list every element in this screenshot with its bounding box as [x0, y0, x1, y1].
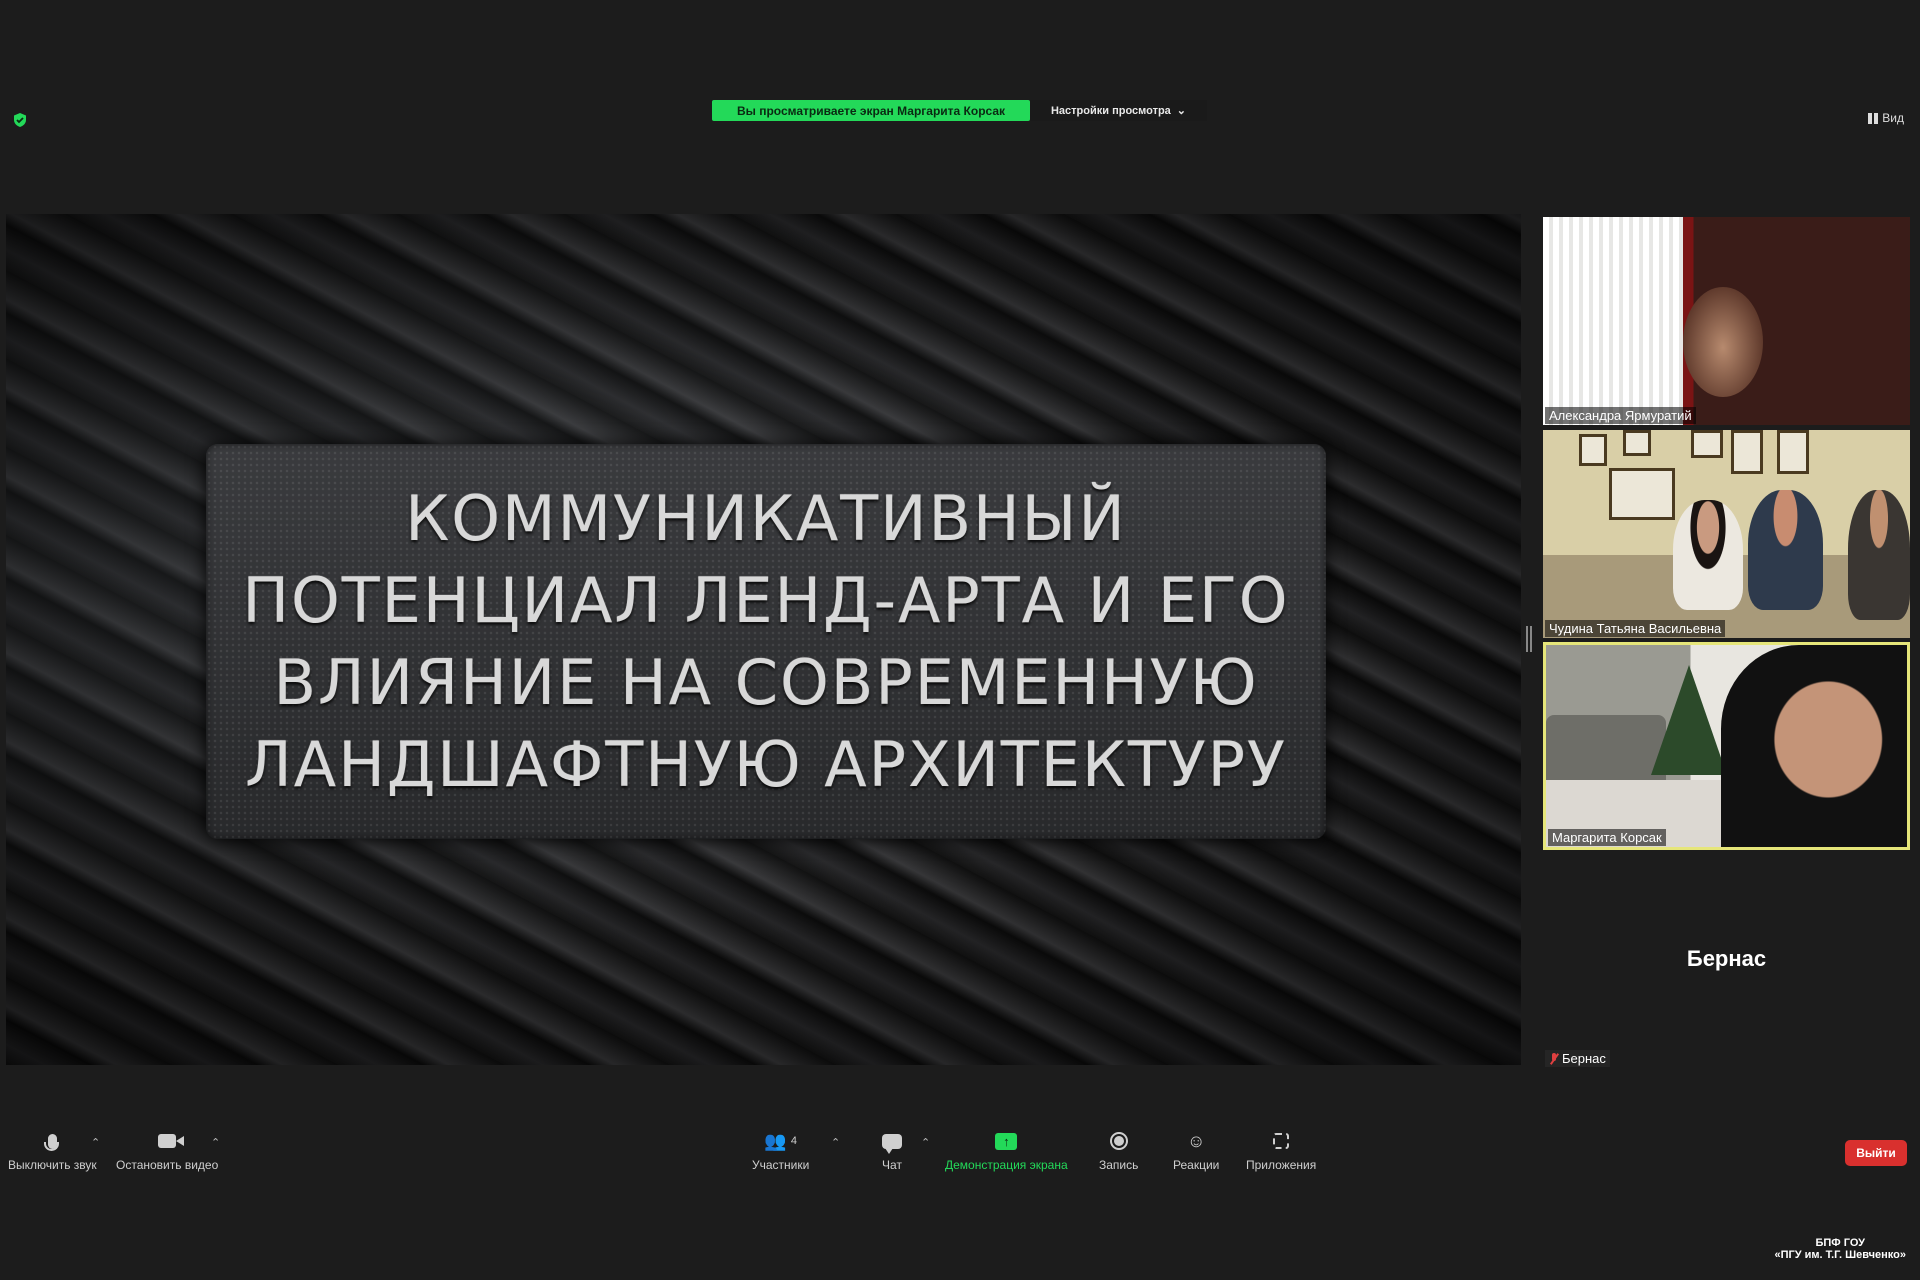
slide-title-box: КОММУНИКАТИВНЫЙ ПОТЕНЦИАЛ ЛЕНД-АРТА И ЕГ…	[206, 444, 1326, 839]
participant-tile[interactable]: Чудина Татьяна Васильевна	[1543, 430, 1910, 638]
participants-options-chevron-up-icon[interactable]: ⌃	[831, 1136, 840, 1149]
mute-label: Выключить звук	[8, 1158, 97, 1172]
microphone-icon	[43, 1133, 59, 1151]
watermark-line: «ПГУ им. Т.Г. Шевченко»	[1774, 1249, 1906, 1261]
leave-meeting-button[interactable]: Выйти	[1845, 1140, 1907, 1166]
video-background	[1623, 430, 1651, 456]
participant-video	[1848, 490, 1910, 620]
share-screen-button[interactable]: ↑ Демонстрация экрана	[945, 1130, 1068, 1172]
participant-name: Маргарита Корсак	[1548, 829, 1666, 846]
video-background	[1777, 430, 1809, 474]
participant-tile-active-speaker[interactable]: Маргарита Корсак	[1543, 642, 1910, 850]
participant-name: Бернас	[1562, 1051, 1606, 1066]
chevron-down-icon: ⌄	[1176, 105, 1187, 117]
shared-screen: КОММУНИКАТИВНЫЙ ПОТЕНЦИАЛ ЛЕНД-АРТА И ЕГ…	[6, 214, 1521, 1065]
participant-tile[interactable]: Александра Ярмуратий	[1543, 217, 1910, 425]
stop-video-label: Остановить видео	[116, 1158, 219, 1172]
participants-icon: 👥	[764, 1130, 787, 1151]
participant-video	[1673, 500, 1743, 610]
share-screen-icon: ↑	[995, 1132, 1018, 1150]
share-screen-label: Демонстрация экрана	[945, 1158, 1068, 1172]
view-options-dropdown[interactable]: Настройки просмотра ⌄	[1030, 100, 1207, 121]
watermark-line: БПФ ГОУ	[1815, 1237, 1865, 1249]
video-background	[1609, 468, 1675, 520]
video-background	[1731, 430, 1763, 474]
security-shield-icon[interactable]	[12, 112, 28, 128]
stop-video-button[interactable]: Остановить видео	[116, 1130, 218, 1172]
video-options-chevron-up-icon[interactable]: ⌃	[211, 1136, 220, 1149]
slide-title-line: ПОТЕНЦИАЛ ЛЕНД-АРТА И ЕГО	[242, 563, 1290, 637]
participant-name-label: Бернас	[1545, 1050, 1610, 1067]
chat-button[interactable]: Чат	[882, 1130, 902, 1172]
video-camera-icon	[158, 1134, 185, 1148]
participant-tile[interactable]: Бернас Бернас	[1543, 860, 1910, 1068]
mute-button[interactable]: Выключить звук	[8, 1130, 97, 1172]
view-options-label: Настройки просмотра	[1050, 104, 1171, 117]
apps-label: Приложения	[1246, 1158, 1317, 1172]
record-icon	[1109, 1132, 1128, 1150]
chat-options-chevron-up-icon[interactable]: ⌃	[921, 1136, 930, 1149]
layout-grid-icon	[1868, 112, 1879, 124]
record-label: Запись	[1099, 1158, 1139, 1172]
chat-label: Чат	[882, 1158, 902, 1172]
participant-name: Александра Ярмуратий	[1545, 407, 1696, 424]
mic-muted-icon	[1549, 1052, 1559, 1065]
video-background	[1651, 665, 1727, 775]
video-background	[1543, 217, 1683, 425]
participant-display-name: Бернас	[1686, 946, 1767, 971]
video-background	[1691, 430, 1723, 458]
participant-video	[1683, 287, 1763, 397]
slide-title-line: ЛАНДШАФТНУЮ АРХИТЕКТУРУ	[245, 727, 1287, 801]
view-menu-button[interactable]: Вид	[1868, 111, 1904, 125]
participants-button[interactable]: 👥 4 Участники	[752, 1130, 810, 1173]
panel-resize-handle[interactable]	[1526, 626, 1532, 652]
video-background	[1579, 434, 1607, 466]
participant-video	[1748, 490, 1823, 610]
slide-title-line: ВЛИЯНИЕ НА СОВРЕМЕННУЮ	[273, 645, 1259, 719]
chat-bubble-icon	[882, 1133, 902, 1154]
participants-label: Участники	[752, 1158, 810, 1172]
record-button[interactable]: Запись	[1099, 1130, 1138, 1172]
participants-count: 4	[790, 1135, 797, 1147]
reactions-label: Реакции	[1173, 1158, 1220, 1172]
emoji-reaction-icon: ☺	[1186, 1130, 1206, 1151]
view-menu-label: Вид	[1882, 111, 1904, 125]
participant-video	[1721, 645, 1907, 847]
apps-button[interactable]: Приложения	[1246, 1130, 1316, 1172]
slide-title-line: КОММУНИКАТИВНЫЙ	[405, 481, 1127, 555]
watermark: БПФ ГОУ «ПГУ им. Т.Г. Шевченко»	[1774, 1237, 1906, 1261]
apps-icon	[1273, 1133, 1290, 1149]
reactions-button[interactable]: ☺ Реакции	[1173, 1130, 1220, 1173]
screen-share-banner: Вы просматриваете экран Маргарита Корсак	[712, 100, 1030, 121]
audio-options-chevron-up-icon[interactable]: ⌃	[91, 1136, 100, 1149]
participant-name: Чудина Татьяна Васильевна	[1545, 620, 1726, 637]
